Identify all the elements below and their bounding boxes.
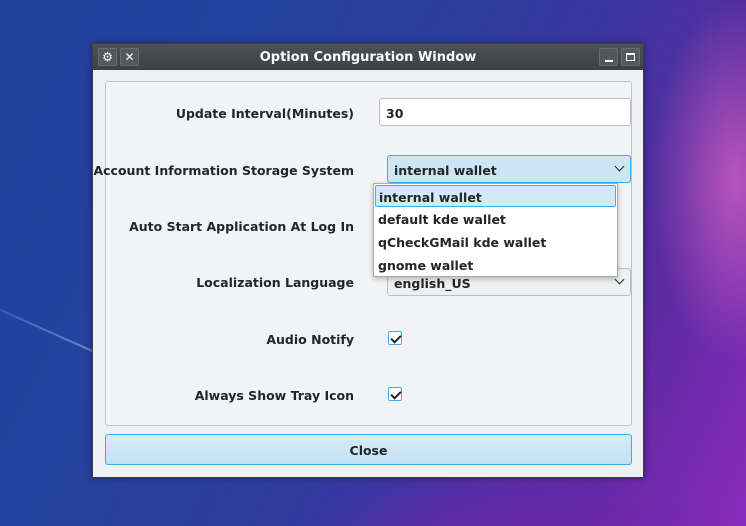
dropdown-option[interactable]: internal wallet — [375, 185, 616, 207]
dropdown-option[interactable]: gnome wallet — [375, 254, 616, 276]
localization-value: english_US — [394, 276, 471, 291]
tray-icon-checkbox[interactable] — [388, 387, 402, 401]
localization-label: Localization Language — [196, 275, 354, 290]
storage-system-select[interactable]: internal wallet — [387, 155, 631, 183]
audio-notify-label: Audio Notify — [266, 332, 354, 347]
storage-system-dropdown: internal wallet default kde wallet qChec… — [373, 183, 618, 277]
close-button[interactable]: Close — [105, 434, 632, 465]
minimize-icon[interactable] — [599, 48, 618, 66]
update-interval-input[interactable]: 30 — [379, 98, 631, 126]
dropdown-option[interactable]: default kde wallet — [375, 208, 616, 230]
maximize-icon[interactable] — [621, 48, 640, 66]
auto-start-label: Auto Start Application At Log In — [129, 219, 354, 234]
tray-icon-label: Always Show Tray Icon — [194, 388, 354, 403]
window-title: Option Configuration Window — [259, 50, 477, 65]
storage-system-label: Account Information Storage System — [93, 163, 354, 178]
title-bar[interactable]: ⚙ ✕ Option Configuration Window — [93, 44, 643, 70]
update-interval-label: Update Interval(Minutes) — [175, 106, 354, 121]
storage-system-value: internal wallet — [394, 163, 497, 178]
chevron-down-icon — [614, 161, 625, 172]
dropdown-option[interactable]: qCheckGMail kde wallet — [375, 231, 616, 253]
audio-notify-checkbox[interactable] — [388, 331, 402, 345]
